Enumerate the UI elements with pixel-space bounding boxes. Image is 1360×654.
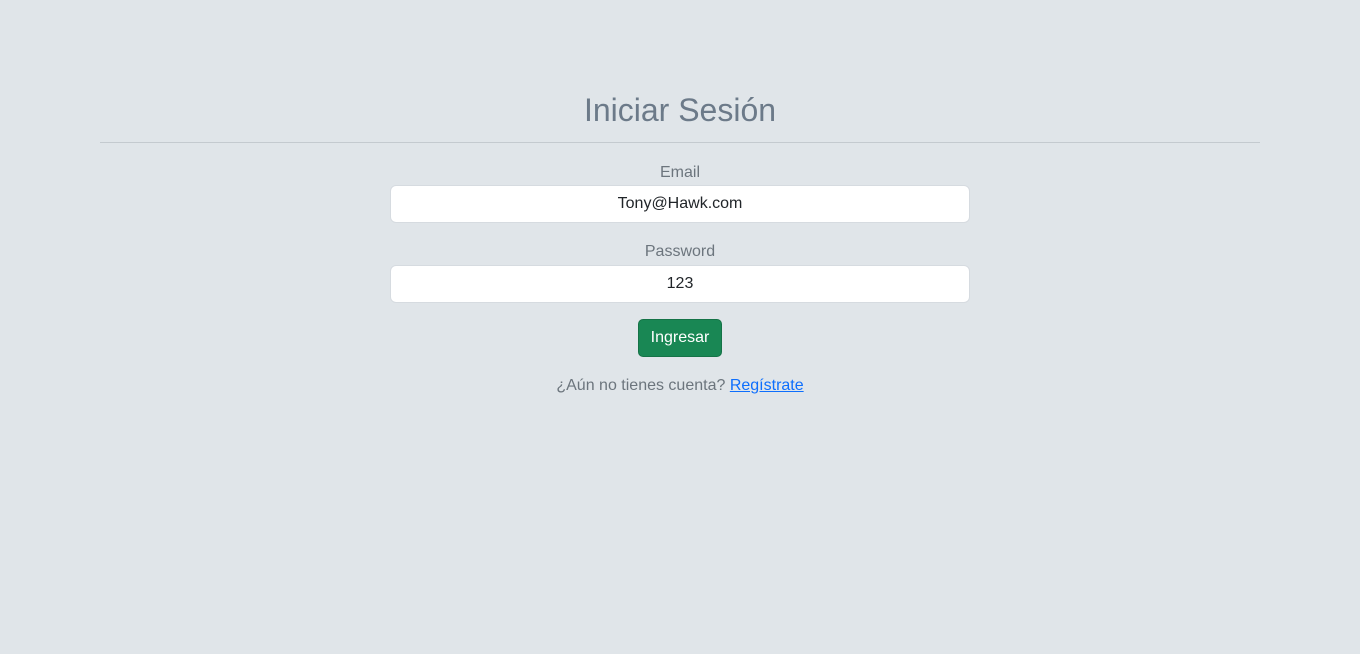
title-divider bbox=[100, 142, 1260, 143]
password-input[interactable] bbox=[390, 265, 970, 303]
email-input[interactable] bbox=[390, 185, 970, 223]
page-title: Iniciar Sesión bbox=[583, 92, 777, 128]
login-page: Iniciar Sesión Email Password Ingresar ¿… bbox=[0, 0, 1360, 654]
register-prompt-text: ¿Aún no tienes cuenta? bbox=[556, 377, 726, 394]
register-prompt-line: ¿Aún no tienes cuenta? Regístrate bbox=[0, 376, 1360, 396]
register-link[interactable]: Regístrate bbox=[730, 377, 804, 394]
password-label: Password bbox=[644, 243, 716, 260]
login-button[interactable]: Ingresar bbox=[638, 319, 722, 357]
email-label: Email bbox=[659, 164, 700, 181]
